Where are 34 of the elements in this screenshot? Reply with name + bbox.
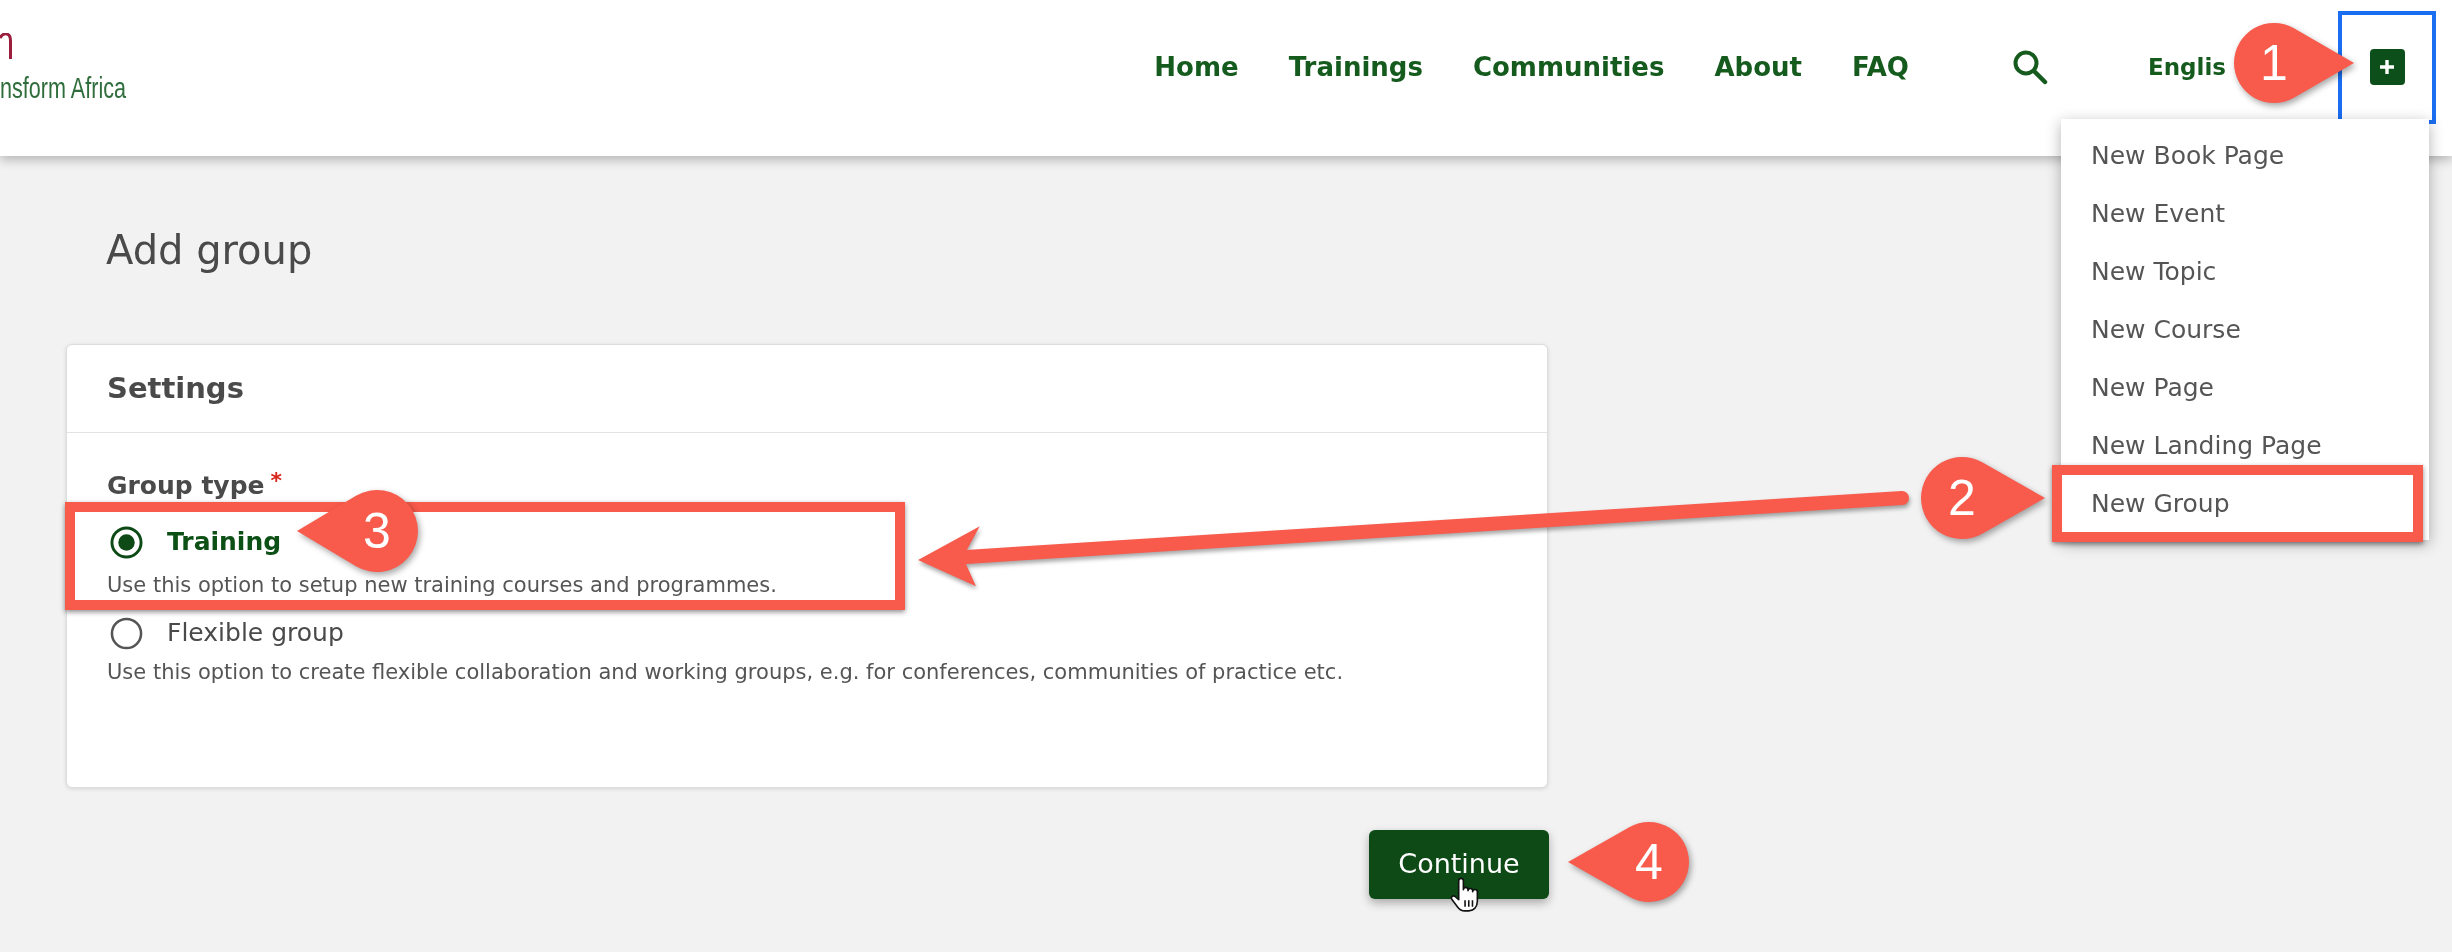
required-mark: * [270, 470, 283, 492]
step-callout: 4 [1568, 822, 1689, 902]
menu-item[interactable]: New Course [2061, 312, 2429, 348]
plus-icon [2378, 58, 2396, 76]
nav-link[interactable]: Home [1154, 47, 1239, 87]
search-icon[interactable] [2012, 49, 2048, 85]
menu-item[interactable]: New Group [2061, 486, 2429, 522]
step-callout: 1 [2234, 23, 2354, 103]
option-label: Flexible group [167, 617, 344, 650]
radio-button[interactable] [110, 616, 143, 650]
nav-link[interactable]: Communities [1472, 47, 1665, 87]
menu-item[interactable]: New Landing Page [2061, 428, 2429, 464]
nav-link[interactable]: About [1714, 47, 1802, 87]
language-link[interactable]: Englis [2148, 49, 2226, 85]
nav-link[interactable]: Trainings [1288, 47, 1423, 87]
step-callout: 3 [297, 490, 418, 572]
add-button[interactable] [2369, 49, 2405, 85]
radio-button[interactable] [110, 525, 143, 559]
hand-cursor-icon [1449, 877, 1479, 913]
option-label: Training [167, 526, 282, 559]
nav-link[interactable]: FAQ [1851, 47, 1909, 87]
logo-arc-icon [0, 33, 12, 59]
card-title: Settings [107, 369, 244, 407]
logo-tagline: nsform Africa [0, 70, 127, 106]
field-label: Group type [107, 470, 265, 502]
menu-item[interactable]: New Event [2061, 196, 2429, 232]
option-description: Use this option to setup new training courses and programmes. [107, 573, 777, 597]
continue-button[interactable]: Continue [1369, 830, 1549, 899]
menu-item[interactable]: New Topic [2061, 254, 2429, 290]
menu-item[interactable]: New Page [2061, 370, 2429, 406]
page-title: Add group [106, 226, 313, 274]
step-callout: 2 [1921, 457, 2045, 539]
menu-item[interactable]: New Book Page [2061, 138, 2429, 174]
option-description: Use this option to create flexible collaboration and working groups, e.g. for conferences, communities of practice etc. [107, 660, 1344, 684]
